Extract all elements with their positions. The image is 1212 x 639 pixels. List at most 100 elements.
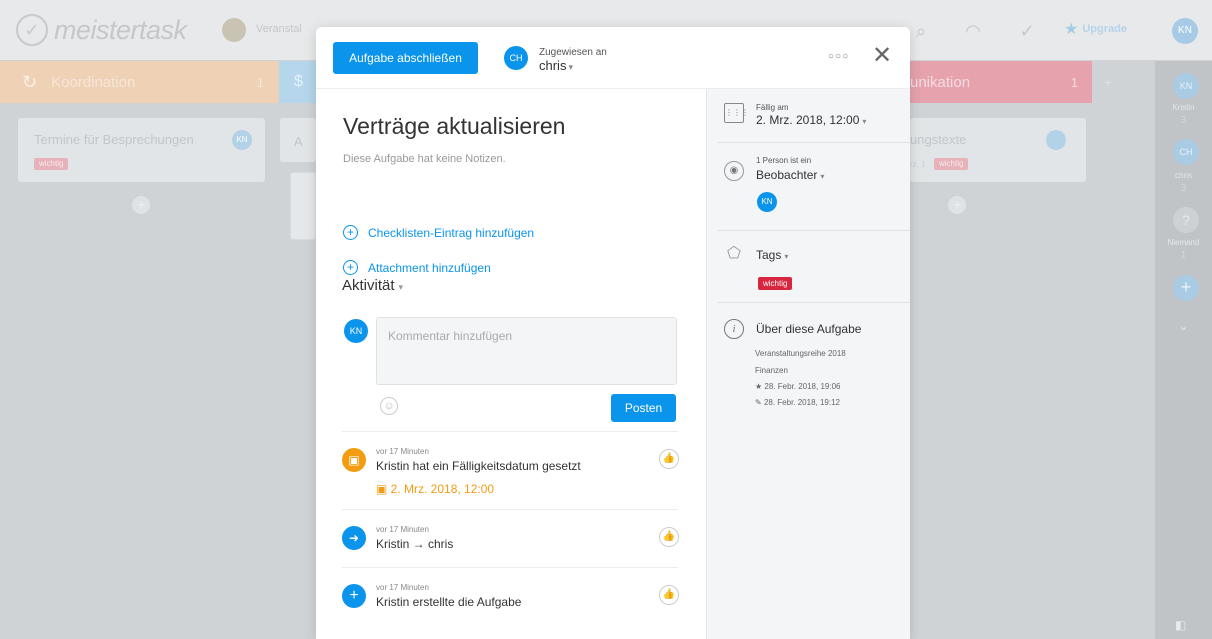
activity-time: vor 17 Minuten [376,525,429,534]
app-logo[interactable]: ✓ meistertask [16,14,187,46]
task-notes[interactable]: Diese Aufgabe hat keine Notizen. [343,153,506,165]
add-section-icon[interactable]: + [1104,74,1112,90]
search-icon[interactable]: ⌕ [910,20,932,42]
tags-label: Tags [756,248,782,262]
add-attachment-link[interactable]: + Attachment hinzufügen [343,260,491,275]
about-section[interactable]: Finanzen [755,366,788,375]
member-label: Kristin [1172,103,1195,112]
member-count: 1 [1180,250,1187,261]
divider [717,142,910,143]
created-date: 28. Febr. 2018, 19:06 [764,382,841,391]
task-meta-pane: ⋮⋮⋮ Fällig am 2. Mrz. 2018, 12:00 ▾ ◉ 1 P… [706,89,910,639]
section-count: 1 [1070,74,1078,90]
project-name[interactable]: Veranstal [256,23,302,35]
card-title: A [294,134,303,149]
member-count: 3 [1180,183,1187,194]
thumbs-up-icon[interactable]: 👍 [659,449,679,469]
collapse-icon[interactable]: ◧ [1175,618,1195,632]
project-avatar[interactable] [222,18,246,42]
star-icon: ★ [1064,21,1079,38]
divider [717,230,910,231]
due-date-dropdown[interactable]: 2. Mrz. 2018, 12:00 ▾ [756,113,866,127]
card-tag: wichtig [934,158,969,170]
plus-circle-icon: + [343,225,358,240]
tags-dropdown[interactable]: Tags ▾ [756,248,788,262]
about-label: Über diese Aufgabe [756,322,862,336]
card-sub: rz. 1 [910,160,926,169]
assignee-avatar[interactable]: CH [504,46,528,70]
activity-label: Aktivität [342,277,395,294]
info-icon: i [724,319,744,339]
bell-icon[interactable]: ◠ [962,20,984,42]
caret-down-icon: ▾ [820,172,825,181]
add-member-icon[interactable]: + [1173,275,1199,301]
post-button[interactable]: Posten [611,394,676,422]
watchers-small-label: 1 Person ist ein [756,156,812,165]
card-tag: wichtig [34,158,69,170]
watcher-avatar[interactable]: KN [757,192,777,212]
thumbs-up-icon[interactable]: 👍 [659,527,679,547]
check-icon: ✓ [16,14,48,46]
task-card[interactable]: Termine für Besprechungen KN wichtig [18,118,265,182]
member-avatar-kristin[interactable]: KN [1173,73,1199,99]
section-finanzen: $ [280,61,316,103]
section-icon: ↻ [22,71,38,92]
assignee-dropdown[interactable]: chris ▾ [539,58,573,73]
activity-item: + vor 17 Minuten Kristin erstellte die A… [342,567,679,639]
chevron-down-icon[interactable]: ⌄ [1155,319,1212,333]
user-avatar[interactable]: KN [1172,18,1198,44]
task-card[interactable]: A [280,118,316,162]
task-details-pane: Verträge aktualisieren Diese Aufgabe hat… [316,89,706,639]
task-modal: Aufgabe abschließen CH Zugewiesen an chr… [316,27,910,639]
caret-down-icon: ▾ [862,117,867,126]
add-task-icon[interactable]: + [948,196,966,214]
unassigned-icon[interactable]: ? [1173,207,1199,233]
emoji-icon[interactable]: ☺ [380,397,398,415]
caret-down-icon: ▾ [398,282,404,292]
caret-down-icon: ▾ [784,252,789,261]
task-card[interactable]: ungstexte rz. 1 wichtig [910,118,1086,182]
about-created: ★ 28. Febr. 2018, 19:06 [755,382,840,391]
watchers-dropdown[interactable]: Beobachter ▾ [756,168,824,182]
member-avatar-chris[interactable]: CH [1173,139,1199,165]
activity-heading[interactable]: Aktivität ▾ [342,277,403,294]
star-icon: ★ [755,382,765,391]
commenter-avatar: KN [344,319,368,343]
tag-badge[interactable]: wichtig [758,277,793,290]
plus-circle-icon: + [343,260,358,275]
task-title[interactable]: Verträge aktualisieren [343,113,565,140]
calendar-icon: ⋮⋮⋮ [724,103,749,123]
add-attachment-label: Attachment hinzufügen [368,260,491,275]
more-options-icon[interactable]: ○○○ [828,51,849,62]
about-edited: ✎ 28. Febr. 2018, 19:12 [755,398,840,407]
add-checklist-link[interactable]: + Checklisten-Eintrag hinzufügen [343,225,534,240]
caret-down-icon: ▾ [568,62,573,72]
tag-icon: ⬠ [727,245,741,262]
card-avatar [1046,130,1066,150]
activity-item: ➜ vor 17 Minuten Kristin → chris 👍 [342,509,679,567]
section-title: Koordination [51,73,136,91]
section-koordination: ↻ Koordination 1 [0,61,278,103]
logo-text: meistertask [54,14,187,45]
card-avatar: KN [232,130,252,150]
add-task-icon[interactable]: + [132,196,150,214]
upgrade-button[interactable]: ★ Upgrade [1064,19,1127,39]
close-icon[interactable]: ✕ [872,44,892,68]
add-checklist-label: Checklisten-Eintrag hinzufügen [368,225,535,240]
dollar-icon: $ [294,73,303,90]
complete-task-button[interactable]: Aufgabe abschließen [333,42,478,74]
activity-text: Kristin hat ein Fälligkeitsdatum gesetzt [376,459,581,473]
card-title: ungstexte [910,132,967,147]
comment-input[interactable] [376,317,677,385]
activity-item: ▣ vor 17 Minuten Kristin hat ein Fälligk… [342,431,679,509]
member-rail: KN Kristin 3 CH chris 3 ? Niemand 1 + ⌄ … [1155,61,1212,639]
member-count: 3 [1180,115,1187,126]
checkmark-icon[interactable]: ✓ [1016,20,1038,42]
divider [717,302,910,303]
thumbs-up-icon[interactable]: 👍 [659,585,679,605]
activity-time: vor 17 Minuten [376,583,429,592]
card-title: Termine für Besprechungen [34,132,194,147]
about-project[interactable]: Veranstaltungsreihe 2018 [755,349,846,358]
task-card[interactable] [290,172,316,240]
arrow-right-icon: ➜ [342,526,366,550]
